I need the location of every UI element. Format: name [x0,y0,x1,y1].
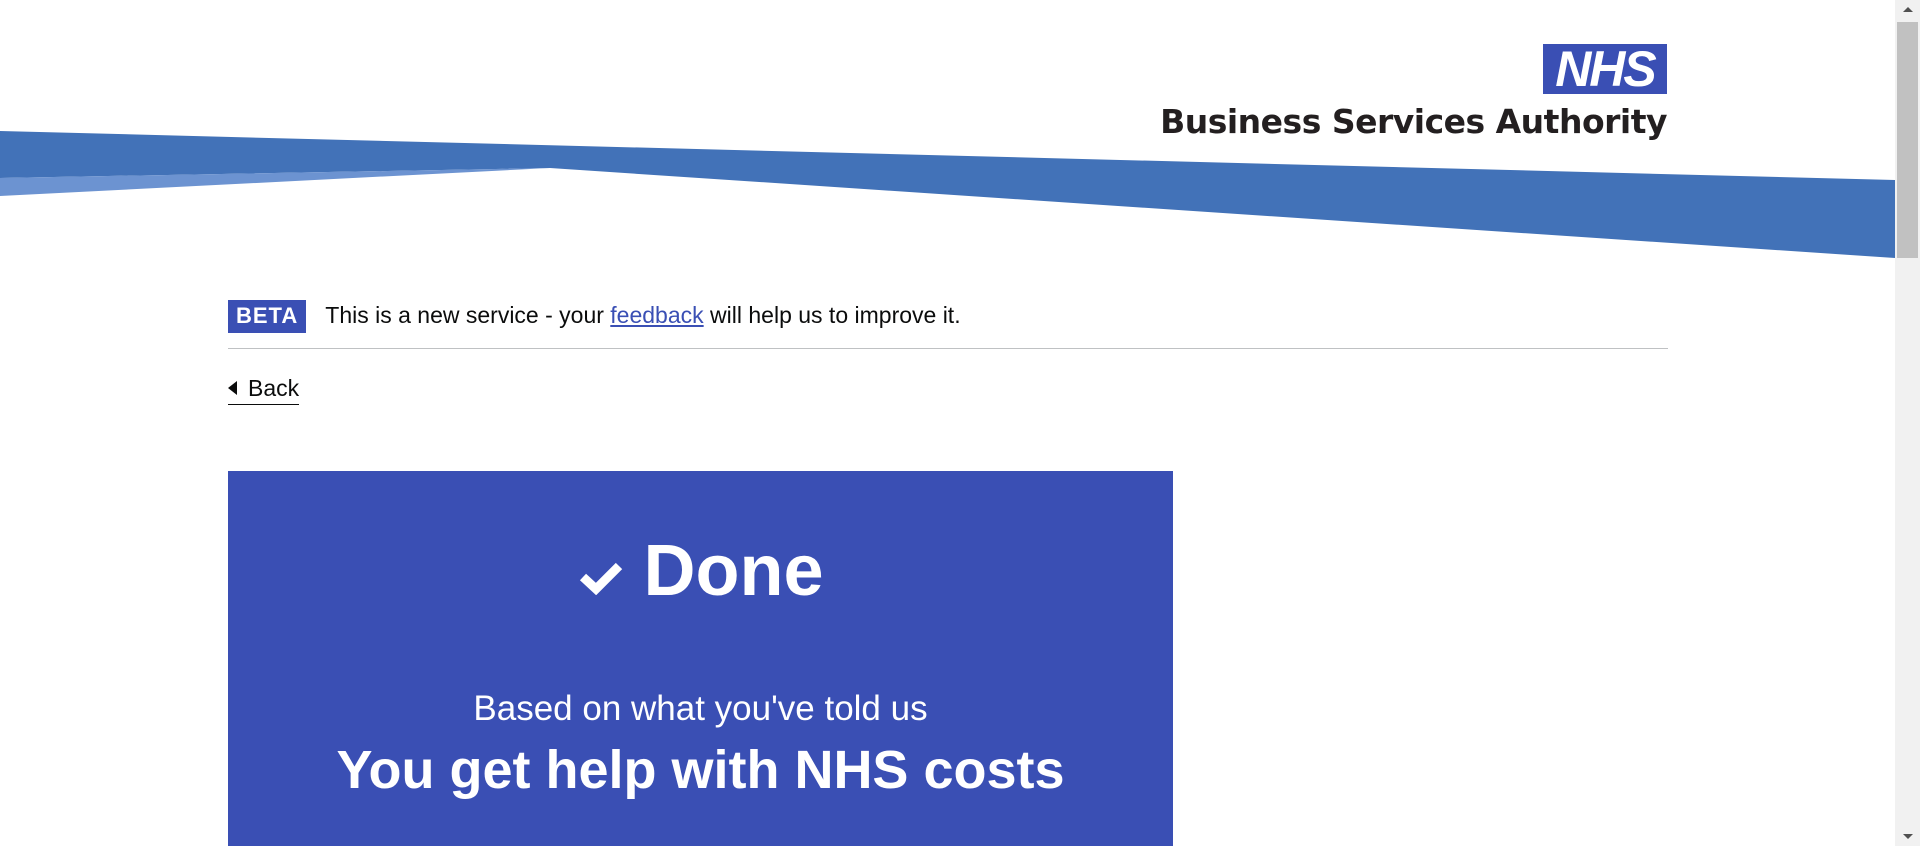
logo-text: Business Services Authority [1160,102,1667,141]
confirmation-intro: Based on what you've told us [473,689,928,728]
back-link[interactable]: Back [228,372,300,405]
phase-banner-text: This is a new service - your feedback wi… [325,297,960,333]
phase-banner-text-before: This is a new service - your [325,302,611,328]
phase-banner: BETA This is a new service - your feedba… [228,300,1668,349]
feedback-link[interactable]: feedback [610,302,703,328]
scrollbar-thumb[interactable] [1897,22,1918,258]
vertical-scrollbar[interactable] [1895,0,1920,846]
beta-tag: BETA [228,300,307,333]
confirmation-panel: Done Based on what you've told us You ge… [228,471,1173,846]
check-icon [579,562,622,595]
phase-banner-text-after: will help us to improve it. [703,302,961,328]
confirmation-heading: Done [228,531,1173,611]
back-link-label: Back [248,375,300,401]
confirmation-title: Done [643,531,824,611]
back-arrow-icon [228,381,237,395]
nhsbsa-logo[interactable]: NHS Business Services Authority [1160,44,1667,144]
scroll-up-arrow-icon[interactable] [1895,0,1920,20]
nhs-logo-mark: NHS [1543,44,1667,94]
scroll-down-arrow-icon[interactable] [1895,826,1920,846]
confirmation-result: You get help with NHS costs [336,740,1065,800]
page: NHS Business Services Authority BETA Thi… [0,0,1920,846]
